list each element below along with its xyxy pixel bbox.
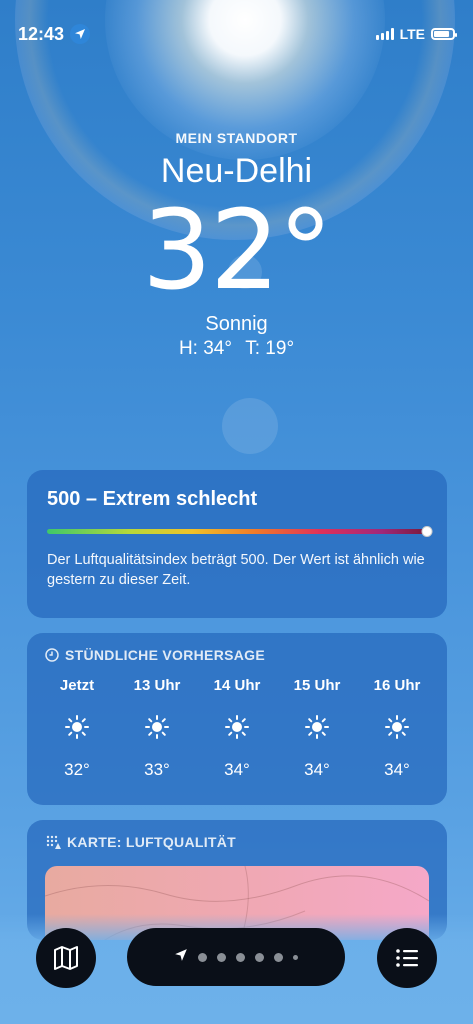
page-indicator[interactable] xyxy=(127,928,345,986)
air-quality-title: 500 – Extrem schlecht xyxy=(47,488,258,510)
sun-icon xyxy=(64,714,90,740)
page-dot[interactable] xyxy=(236,952,245,962)
map-header: KARTE: LUFTQUALITÄT xyxy=(45,834,429,850)
page-dot[interactable] xyxy=(198,952,207,962)
hourly-header: STÜNDLICHE VORHERSAGE xyxy=(45,647,429,663)
hour-temp: 32° xyxy=(64,760,90,779)
status-bar: 12:43 LTE xyxy=(18,22,457,46)
low-temp: T: 19° xyxy=(245,338,295,359)
hourly-header-label: STÜNDLICHE VORHERSAGE xyxy=(65,647,265,663)
sun-icon xyxy=(304,714,330,740)
location-arrow-icon[interactable] xyxy=(174,948,188,967)
high-low: H: 34° T: 19° xyxy=(0,338,473,360)
sun-icon xyxy=(384,714,410,740)
page-dot[interactable] xyxy=(217,952,226,962)
hour-label: 16 Uhr xyxy=(373,677,421,694)
hour-label: 15 Uhr xyxy=(293,677,341,694)
hourly-item: 13 Uhr 33° xyxy=(125,677,189,780)
map-button[interactable] xyxy=(36,928,96,988)
hour-label: 14 Uhr xyxy=(213,677,261,694)
current-weather: MEIN STANDORT Neu-Delhi 32° Sonnig H: 34… xyxy=(0,130,473,360)
battery-icon xyxy=(431,28,457,40)
location-label: MEIN STANDORT xyxy=(175,130,298,146)
air-quality-marker xyxy=(421,526,433,537)
air-quality-icon xyxy=(46,835,61,849)
hourly-item: 16 Uhr 34° xyxy=(365,677,429,780)
clock-icon xyxy=(45,648,59,662)
air-quality-description: Der Luftqualitätsindex beträgt 500. Der … xyxy=(47,552,425,588)
location-arrow-icon xyxy=(70,24,91,44)
sun-icon xyxy=(144,714,170,740)
hour-temp: 34° xyxy=(224,760,250,779)
hour-temp: 34° xyxy=(384,760,410,779)
hourly-item: Jetzt 32° xyxy=(45,677,109,780)
list-icon xyxy=(396,949,418,967)
hourly-forecast-card[interactable]: STÜNDLICHE VORHERSAGE Jetzt 32° 13 Uhr 33° 1… xyxy=(27,633,447,805)
hour-label: 13 Uhr xyxy=(133,677,181,694)
hour-temp: 34° xyxy=(304,760,330,779)
air-quality-card[interactable]: 500 – Extrem schlecht Der Luftqualitätsi… xyxy=(27,470,447,618)
clock-time: 12:43 xyxy=(18,23,65,44)
clock: 12:43 xyxy=(18,23,91,45)
page-dot[interactable] xyxy=(255,952,264,962)
map-header-label: KARTE: LUFTQUALITÄT xyxy=(67,834,237,850)
air-quality-scale xyxy=(47,526,433,537)
current-temperature: 32° xyxy=(142,186,333,314)
page-dot[interactable] xyxy=(293,954,298,960)
sun-icon xyxy=(224,714,250,740)
hourly-item: 15 Uhr 34° xyxy=(285,677,349,780)
lens-flare xyxy=(222,398,278,454)
list-button[interactable] xyxy=(377,928,437,988)
status-indicators: LTE xyxy=(375,26,457,42)
hour-temp: 33° xyxy=(144,760,170,779)
network-label: LTE xyxy=(399,26,425,42)
hourly-list: Jetzt 32° 13 Uhr 33° 14 Uhr 34° 15 Uhr 34° 16 Uh… xyxy=(45,677,429,780)
high-temp: H: 34° xyxy=(178,338,232,359)
hourly-item: 14 Uhr 34° xyxy=(205,677,269,780)
map-icon xyxy=(54,946,78,970)
page-dot[interactable] xyxy=(274,952,283,962)
condition: Sonnig xyxy=(205,313,268,335)
signal-icon xyxy=(375,28,394,40)
hour-label: Jetzt xyxy=(59,677,95,694)
